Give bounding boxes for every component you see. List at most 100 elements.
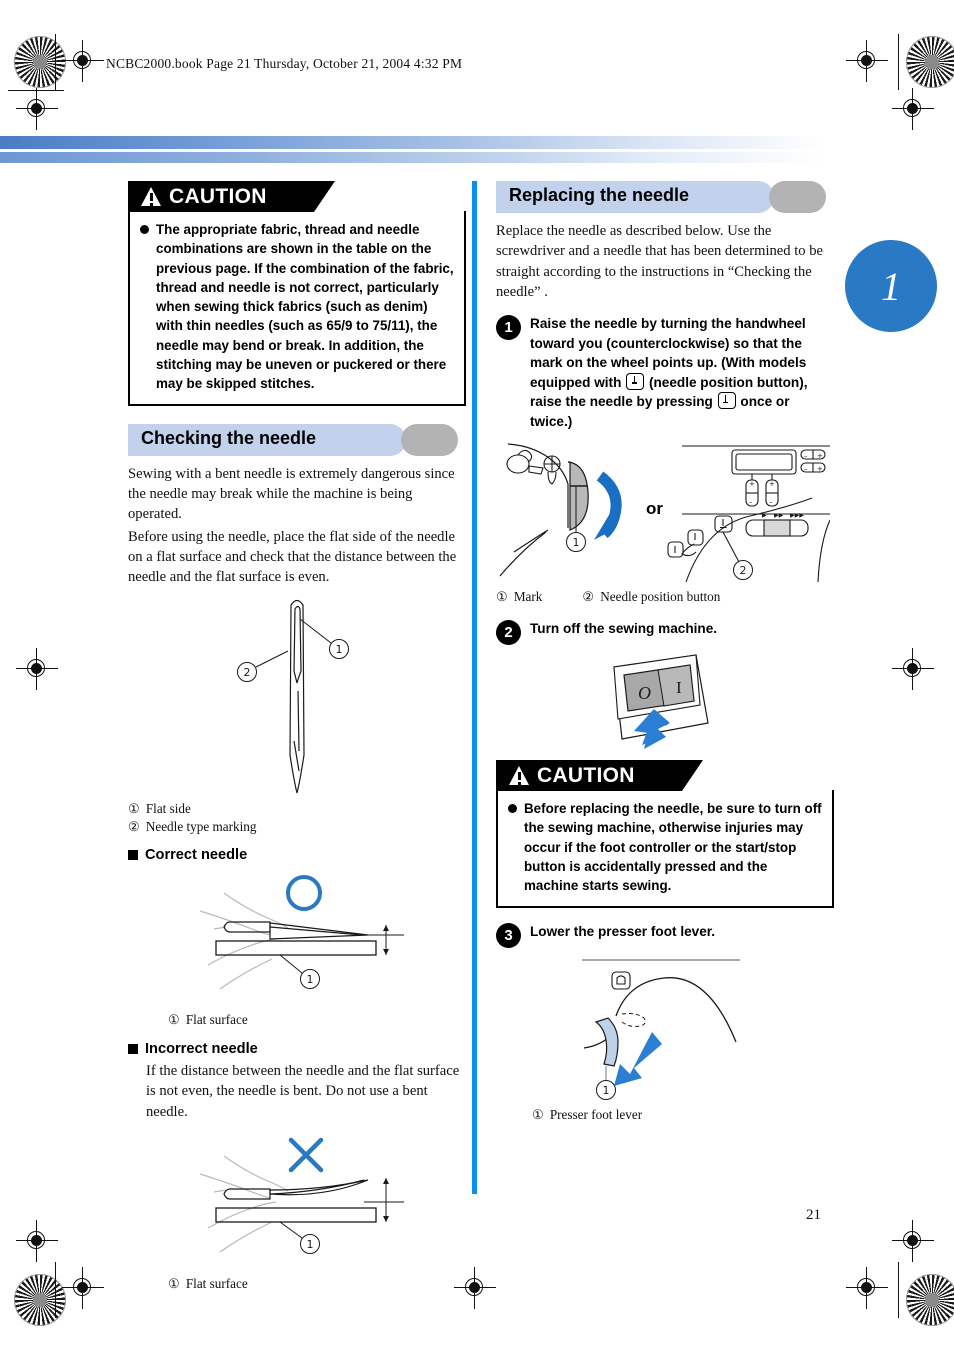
step-3-figure-presser-foot-lever: 1 [496, 952, 834, 1102]
needle-position-button-icon [626, 372, 645, 390]
callout-item: ① Flat side [128, 800, 466, 818]
svg-text:1: 1 [603, 1084, 610, 1097]
registration-crosshair-bottom-left [62, 1267, 104, 1309]
registration-crosshair-top-left [62, 40, 104, 82]
subheading-label: Correct needle [145, 847, 248, 864]
square-bullet-icon [128, 1044, 138, 1054]
section-accent-circle [401, 423, 458, 456]
needle-position-button-icon [717, 392, 736, 410]
callout-number: ② [582, 588, 595, 604]
callout-number: ① [168, 1012, 180, 1028]
svg-text:+: + [769, 480, 775, 488]
section-header-replacing-the-needle: Replacing the needle [496, 181, 834, 213]
svg-text:–: – [769, 498, 773, 506]
incorrect-needle-callouts: ① Flat surface [168, 1275, 466, 1293]
subheading-incorrect-needle: Incorrect needle [128, 1041, 466, 1057]
correct-needle-figure: 1 [128, 867, 466, 1007]
incorrect-needle-text: If the distance between the needle and t… [146, 1063, 460, 1120]
svg-text:+: + [749, 480, 755, 488]
registration-crosshair-left-lower [16, 1220, 58, 1262]
header-gradient-bar-bottom [0, 152, 824, 163]
crop-line-bottom-right-v [898, 1262, 899, 1318]
registration-crosshair-bottom-right [846, 1267, 888, 1309]
bullet-icon [508, 804, 517, 814]
caution-text: The appropriate fabric, thread and needl… [156, 222, 454, 392]
svg-text:▶: ▶ [762, 512, 767, 519]
callout-item: ① Flat surface [168, 1275, 466, 1293]
callout-item: ① Presser foot lever [532, 1106, 834, 1124]
chapter-marker: 1 [845, 240, 937, 332]
crop-line-top-right-v [898, 34, 899, 90]
registration-crosshair-left-upper [16, 88, 58, 130]
step-number-badge: 2 [496, 620, 521, 646]
bullet-icon [140, 225, 149, 234]
svg-text:1: 1 [336, 643, 343, 656]
svg-text:or: or [646, 499, 663, 518]
callout-item: ② Needle position button [582, 588, 720, 606]
callout-item: ② Needle type marking [128, 818, 466, 836]
correct-needle-callouts: ① Flat surface [168, 1011, 466, 1029]
callout-label: Flat surface [185, 1012, 248, 1028]
callout-item: ① Flat surface [168, 1011, 466, 1029]
svg-text:–: – [749, 498, 753, 506]
callout-number: ② [128, 818, 140, 834]
crop-line-top-left-h [8, 90, 64, 91]
callout-label: Flat surface [185, 1275, 248, 1291]
registration-star-mark-top-right [906, 36, 954, 88]
registration-crosshair-left-middle [16, 648, 58, 690]
section-title: Replacing the needle [509, 185, 690, 205]
subheading-label: Incorrect needle [145, 1041, 258, 1057]
callout-number: ① [168, 1275, 180, 1291]
step-3: 3 Lower the presser foot lever. [496, 922, 834, 948]
subheading-correct-needle: Correct needle [128, 847, 466, 863]
svg-text:2: 2 [244, 666, 251, 679]
step-1: 1 Raise the needle by turning the handwh… [496, 314, 834, 431]
svg-text:+: + [817, 452, 823, 460]
section-accent-circle [769, 181, 826, 213]
callout-label: Presser foot lever [549, 1106, 643, 1122]
callout-label: Needle position button [600, 588, 721, 604]
document-page: NCBC2000.book Page 21 Thursday, October … [0, 0, 954, 1351]
registration-crosshair-top-right [846, 40, 888, 82]
callout-label: Needle type marking [145, 818, 257, 834]
running-header-text: NCBC2000.book Page 21 Thursday, October … [106, 56, 463, 71]
page-number: 21 [806, 1207, 821, 1223]
callout-item: ① Mark [496, 588, 542, 606]
caution-tab: CAUTION [128, 181, 335, 212]
caution-box-fabric-needle: CAUTION The appropriate fabric, thread a… [128, 181, 466, 406]
header-gradient-bar-top [0, 136, 824, 149]
caution-box-turn-off-machine: CAUTION Before replacing the needle, be … [496, 760, 834, 908]
callout-label: Mark [513, 588, 543, 604]
step-2-figure-power-switch: O I [496, 649, 834, 754]
registration-crosshair-right-upper [892, 88, 934, 130]
registration-star-mark-top-left [14, 36, 66, 88]
callout-number: ① [532, 1106, 544, 1122]
needle-detail-figure: 1 2 [128, 591, 466, 796]
caution-tab: CAUTION [496, 760, 703, 792]
callout-number: ① [128, 801, 140, 817]
switch-off-symbol: O [638, 683, 651, 703]
registration-star-mark-bottom-right [906, 1274, 954, 1326]
step-2: 2 Turn off the sewing machine. [496, 619, 834, 646]
caution-body: Before replacing the needle, be sure to … [496, 790, 834, 908]
step-1-figure-handwheel-and-panel: 1 or ▶ ▶▶ ▶▶▶ + – + – – + – + 2 [496, 436, 834, 584]
step-number-badge: 1 [496, 315, 521, 341]
callout-label: Flat side [145, 801, 191, 817]
callout-number: ① [496, 588, 508, 604]
svg-text:2: 2 [740, 564, 747, 577]
step-1-figure-callouts: ① Mark ② Needle position button [496, 588, 834, 606]
step-2-text: Turn off the sewing machine. [530, 621, 718, 637]
needle-figure-callouts: ① Flat side ② Needle type marking [128, 800, 466, 835]
checking-needle-paragraph-2: Before using the needle, place the flat … [128, 528, 457, 586]
svg-text:–: – [804, 465, 808, 473]
svg-text:▶▶: ▶▶ [774, 512, 784, 519]
svg-text:–: – [804, 452, 808, 460]
svg-text:1: 1 [307, 973, 314, 986]
switch-on-symbol: I [676, 678, 682, 697]
svg-text:+: + [817, 465, 823, 473]
registration-star-mark-bottom-left [14, 1274, 66, 1326]
column-divider [472, 181, 477, 1194]
svg-text:1: 1 [307, 1238, 314, 1251]
warning-triangle-icon [509, 766, 530, 786]
caution-label: CAUTION [537, 763, 635, 787]
